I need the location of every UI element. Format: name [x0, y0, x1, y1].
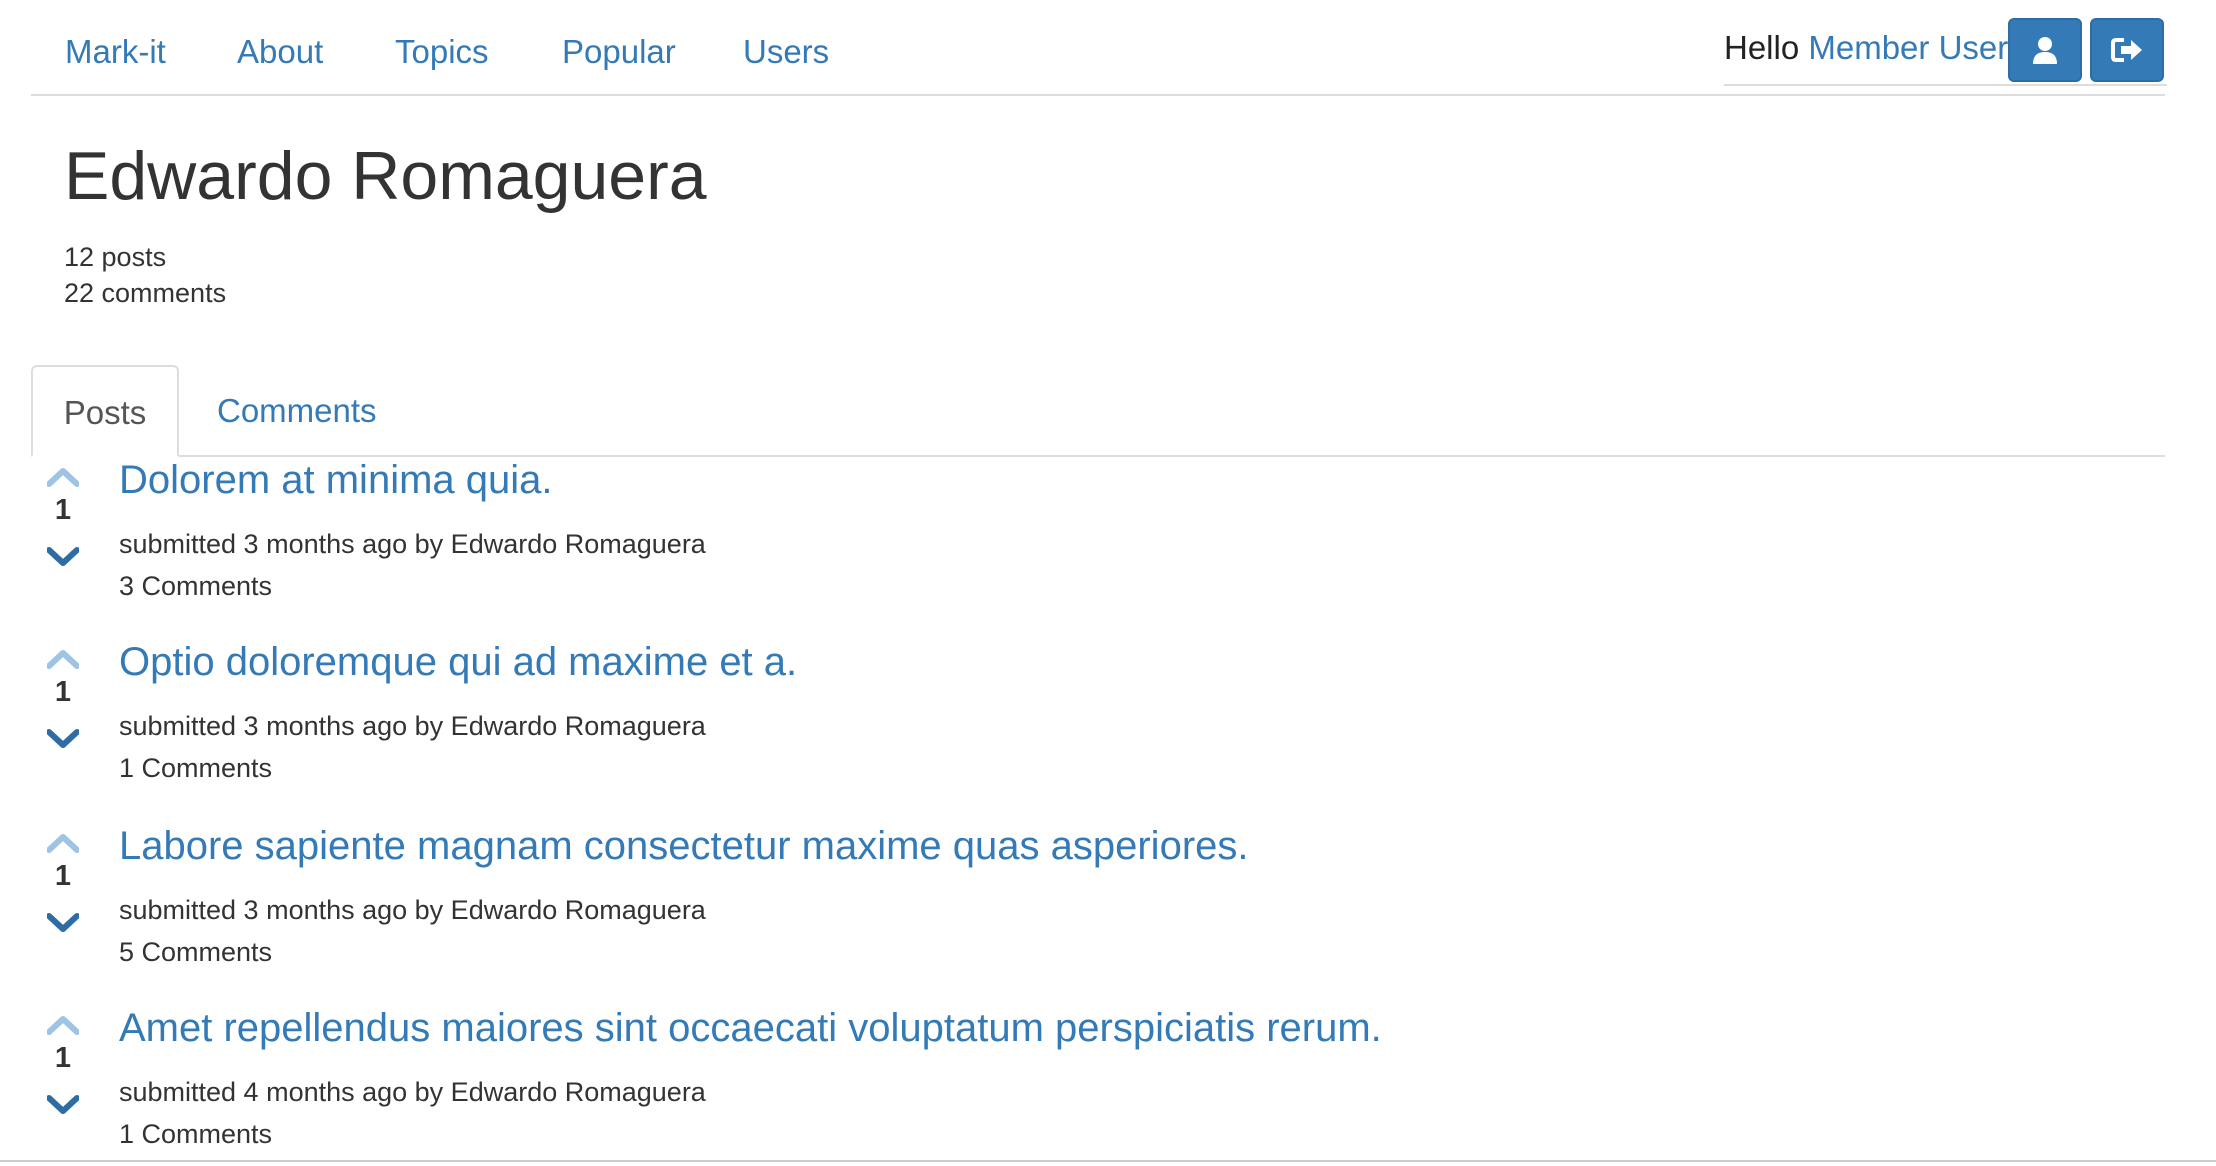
profile-tabs: Posts Comments — [31, 365, 2165, 457]
user-icon — [2033, 37, 2057, 64]
post-meta: submitted 3 months ago by Edwardo Romagu… — [119, 529, 706, 559]
profile-button[interactable] — [2008, 18, 2082, 82]
tab-comments[interactable]: Comments — [217, 365, 377, 455]
tab-posts[interactable]: Posts — [31, 365, 179, 457]
post-title-link[interactable]: Dolorem at minima quia. — [119, 455, 553, 505]
vote-widget: 1 — [47, 637, 79, 757]
post-comments-link[interactable]: 3 Comments — [119, 569, 272, 603]
post-meta: submitted 3 months ago by Edwardo Romagu… — [119, 711, 706, 741]
downvote-chevron-icon[interactable] — [47, 547, 79, 567]
post-title-link[interactable]: Amet repellendus maiores sint occaecati … — [119, 1003, 1382, 1053]
upvote-chevron-icon[interactable] — [47, 649, 79, 669]
post-meta: submitted 3 months ago by Edwardo Romagu… — [119, 895, 706, 925]
bottom-divider — [0, 1160, 2216, 1162]
nav-link-about[interactable]: About — [237, 32, 323, 72]
greeting-text: Hello — [1724, 29, 1809, 66]
post-comments-link[interactable]: 5 Comments — [119, 935, 272, 969]
current-user-link[interactable]: Member User — [1808, 29, 2008, 66]
downvote-chevron-icon[interactable] — [47, 729, 79, 749]
vote-count: 1 — [54, 860, 72, 892]
logout-button[interactable] — [2090, 18, 2164, 82]
vote-count: 1 — [54, 1042, 72, 1074]
post-comments-link[interactable]: 1 Comments — [119, 1117, 272, 1151]
vote-count: 1 — [54, 676, 72, 708]
upvote-chevron-icon[interactable] — [47, 467, 79, 487]
post-item: 1 Labore sapiente magnam consectetur max… — [31, 821, 2165, 991]
post-title-link[interactable]: Labore sapiente magnam consectetur maxim… — [119, 821, 1249, 871]
upvote-chevron-icon[interactable] — [47, 833, 79, 853]
upvote-chevron-icon[interactable] — [47, 1015, 79, 1035]
downvote-chevron-icon[interactable] — [47, 913, 79, 933]
downvote-chevron-icon[interactable] — [47, 1095, 79, 1115]
sign-out-icon — [2111, 38, 2142, 62]
greeting: Hello Member User! — [1724, 28, 2017, 68]
comments-count: 22 comments — [64, 278, 227, 308]
user-area: Hello Member User! — [1724, 16, 2167, 86]
vote-widget: 1 — [47, 821, 79, 941]
post-item: 1 Dolorem at minima quia. submitted 3 mo… — [31, 455, 2165, 625]
post-title-link[interactable]: Optio doloremque qui ad maxime et a. — [119, 637, 797, 687]
profile-name: Edwardo Romaguera — [64, 138, 707, 214]
vote-count: 1 — [54, 494, 72, 526]
post-meta: submitted 4 months ago by Edwardo Romagu… — [119, 1077, 706, 1107]
post-comments-link[interactable]: 1 Comments — [119, 751, 272, 785]
brand-link[interactable]: Mark-it — [65, 32, 166, 72]
posts-count: 12 posts — [64, 242, 167, 272]
page: Mark-it About Topics Popular Users Hello… — [0, 0, 2216, 1166]
post-item: 1 Amet repellendus maiores sint occaecat… — [31, 1003, 2165, 1166]
vote-widget: 1 — [47, 1003, 79, 1123]
vote-widget: 1 — [47, 455, 79, 575]
nav-link-users[interactable]: Users — [743, 32, 829, 72]
post-item: 1 Optio doloremque qui ad maxime et a. s… — [31, 637, 2165, 807]
nav-link-topics[interactable]: Topics — [395, 32, 489, 72]
nav-link-popular[interactable]: Popular — [562, 32, 676, 72]
